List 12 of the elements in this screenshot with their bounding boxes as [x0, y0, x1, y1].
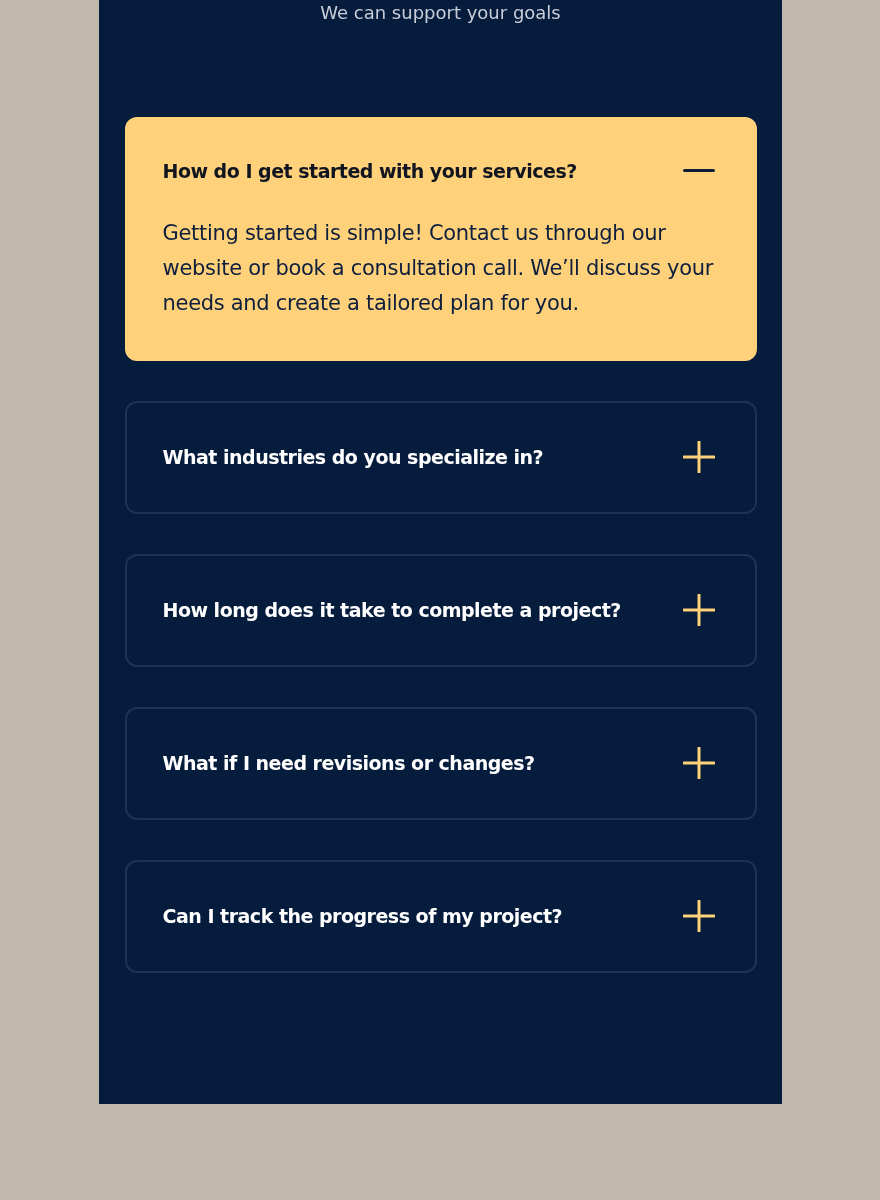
plus-icon [682, 441, 715, 473]
faq-question[interactable]: Can I track the progress of my project? [162, 900, 715, 932]
plus-icon [682, 747, 715, 779]
plus-icon [682, 594, 715, 626]
section-subtitle: We can support your goals [320, 1, 561, 25]
faq-answer: Getting started is simple! Contact us through our website or book a consultation call. We’ll discuss your needs and create a tailored plan for you. [162, 219, 715, 317]
faq-question[interactable]: What industries do you specialize in? [162, 441, 715, 473]
plus-icon [682, 900, 715, 932]
faq-question[interactable]: How long does it take to complete a project? [162, 594, 715, 626]
minus-icon [682, 169, 715, 174]
faq-question[interactable]: What if I need revisions or changes? [162, 747, 715, 779]
faq-question[interactable]: How do I get started with your services? [162, 157, 715, 186]
